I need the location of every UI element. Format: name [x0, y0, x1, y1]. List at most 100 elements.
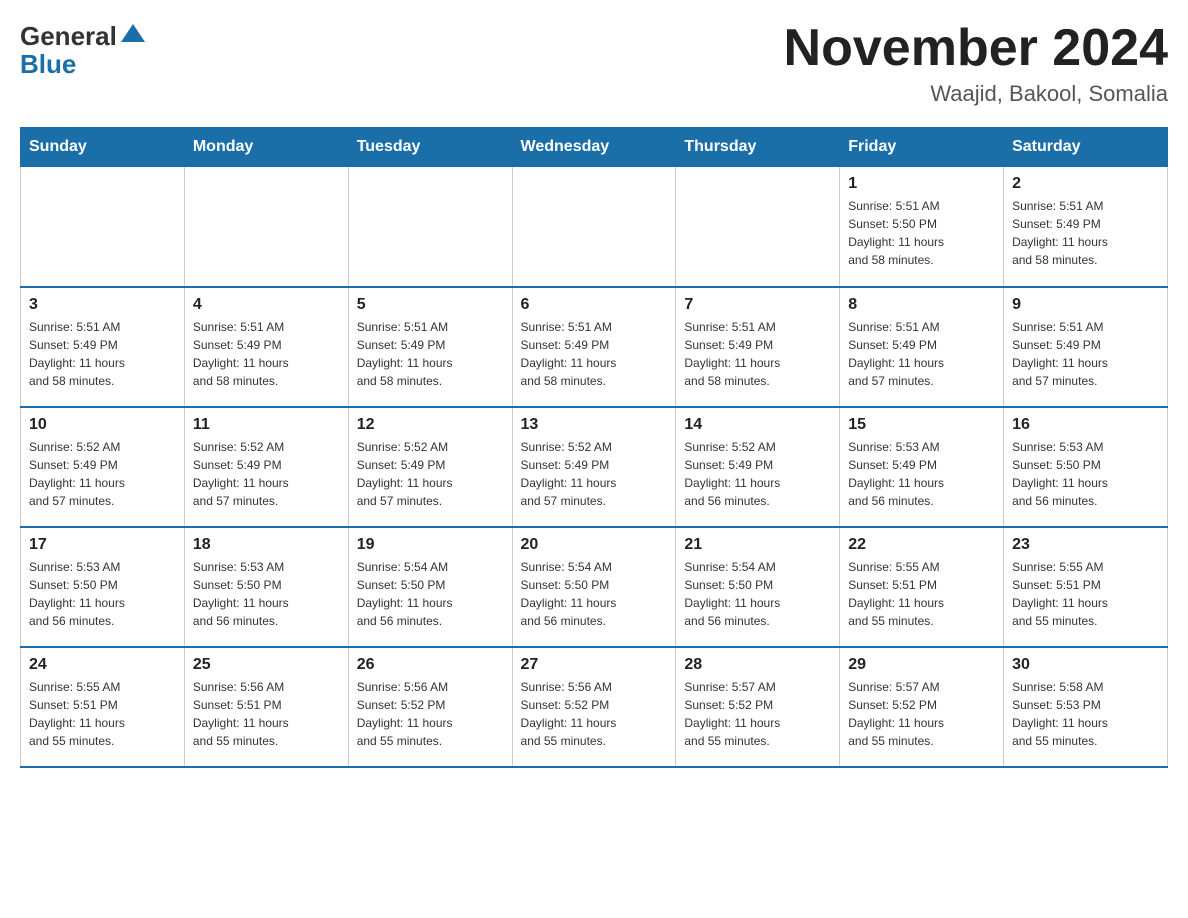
day-info: Sunrise: 5:51 AM Sunset: 5:49 PM Dayligh… — [1012, 197, 1159, 269]
calendar-cell: 20 Sunrise: 5:54 AM Sunset: 5:50 PM Dayli… — [512, 527, 676, 647]
day-info: Sunrise: 5:54 AM Sunset: 5:50 PM Dayligh… — [521, 558, 668, 630]
page-header: General Blue November 2024 Waajid, Bakoo… — [20, 20, 1168, 107]
calendar-cell: 3 Sunrise: 5:51 AM Sunset: 5:49 PM Daylig… — [21, 287, 185, 407]
day-number: 15 — [848, 416, 995, 434]
day-info: Sunrise: 5:51 AM Sunset: 5:49 PM Dayligh… — [684, 318, 831, 390]
header-thursday: Thursday — [676, 128, 840, 167]
day-number: 4 — [193, 296, 340, 314]
day-number: 12 — [357, 416, 504, 434]
week-row-1: 1 Sunrise: 5:51 AM Sunset: 5:50 PM Daylig… — [21, 167, 1168, 287]
day-number: 8 — [848, 296, 995, 314]
calendar-cell: 12 Sunrise: 5:52 AM Sunset: 5:49 PM Dayli… — [348, 407, 512, 527]
calendar-cell: 9Sunrise: 5:51 AM Sunset: 5:49 PM Daylig… — [1004, 287, 1168, 407]
calendar-cell: 6Sunrise: 5:51 AM Sunset: 5:49 PM Daylig… — [512, 287, 676, 407]
day-number: 30 — [1012, 656, 1159, 674]
day-info: Sunrise: 5:51 AM Sunset: 5:50 PM Dayligh… — [848, 197, 995, 269]
logo-general-text: General — [20, 21, 117, 52]
day-number: 29 — [848, 656, 995, 674]
week-row-5: 24Sunrise: 5:55 AM Sunset: 5:51 PM Dayli… — [21, 647, 1168, 767]
calendar-subtitle: Waajid, Bakool, Somalia — [784, 81, 1168, 107]
calendar-header-row: SundayMondayTuesdayWednesdayThursdayFrid… — [21, 128, 1168, 167]
calendar-cell: 5 Sunrise: 5:51 AM Sunset: 5:49 PM Daylig… — [348, 287, 512, 407]
day-number: 25 — [193, 656, 340, 674]
calendar-cell — [512, 167, 676, 287]
logo-arrow-icon — [119, 20, 147, 53]
day-number: 21 — [684, 536, 831, 554]
day-number: 26 — [357, 656, 504, 674]
calendar-cell — [21, 167, 185, 287]
day-info: Sunrise: 5:55 AM Sunset: 5:51 PM Dayligh… — [29, 678, 176, 750]
day-info: Sunrise: 5:53 AM Sunset: 5:50 PM Dayligh… — [1012, 438, 1159, 510]
day-info: Sunrise: 5:53 AM Sunset: 5:50 PM Dayligh… — [29, 558, 176, 630]
day-number: 11 — [193, 416, 340, 434]
day-number: 23 — [1012, 536, 1159, 554]
day-number: 28 — [684, 656, 831, 674]
day-info: Sunrise: 5:51 AM Sunset: 5:49 PM Dayligh… — [848, 318, 995, 390]
calendar-cell: 24Sunrise: 5:55 AM Sunset: 5:51 PM Dayli… — [21, 647, 185, 767]
day-info: Sunrise: 5:51 AM Sunset: 5:49 PM Dayligh… — [1012, 318, 1159, 390]
title-area: November 2024 Waajid, Bakool, Somalia — [784, 20, 1168, 107]
calendar-cell — [676, 167, 840, 287]
calendar-cell: 13 Sunrise: 5:52 AM Sunset: 5:49 PM Dayli… — [512, 407, 676, 527]
day-info: Sunrise: 5:56 AM Sunset: 5:52 PM Dayligh… — [521, 678, 668, 750]
calendar-cell: 8 Sunrise: 5:51 AM Sunset: 5:49 PM Daylig… — [840, 287, 1004, 407]
day-info: Sunrise: 5:57 AM Sunset: 5:52 PM Dayligh… — [684, 678, 831, 750]
day-info: Sunrise: 5:52 AM Sunset: 5:49 PM Dayligh… — [357, 438, 504, 510]
calendar-table: SundayMondayTuesdayWednesdayThursdayFrid… — [20, 127, 1168, 768]
header-tuesday: Tuesday — [348, 128, 512, 167]
day-number: 20 — [521, 536, 668, 554]
logo-blue-text: Blue — [20, 49, 76, 80]
day-info: Sunrise: 5:55 AM Sunset: 5:51 PM Dayligh… — [848, 558, 995, 630]
calendar-title: November 2024 — [784, 20, 1168, 77]
calendar-cell — [348, 167, 512, 287]
day-info: Sunrise: 5:51 AM Sunset: 5:49 PM Dayligh… — [193, 318, 340, 390]
header-saturday: Saturday — [1004, 128, 1168, 167]
day-info: Sunrise: 5:54 AM Sunset: 5:50 PM Dayligh… — [684, 558, 831, 630]
day-info: Sunrise: 5:51 AM Sunset: 5:49 PM Dayligh… — [357, 318, 504, 390]
calendar-cell: 22 Sunrise: 5:55 AM Sunset: 5:51 PM Dayli… — [840, 527, 1004, 647]
day-number: 16 — [1012, 416, 1159, 434]
calendar-cell: 7Sunrise: 5:51 AM Sunset: 5:49 PM Daylig… — [676, 287, 840, 407]
calendar-cell: 15 Sunrise: 5:53 AM Sunset: 5:49 PM Dayli… — [840, 407, 1004, 527]
day-number: 1 — [848, 175, 995, 193]
day-info: Sunrise: 5:58 AM Sunset: 5:53 PM Dayligh… — [1012, 678, 1159, 750]
calendar-cell: 1 Sunrise: 5:51 AM Sunset: 5:50 PM Daylig… — [840, 167, 1004, 287]
day-info: Sunrise: 5:53 AM Sunset: 5:49 PM Dayligh… — [848, 438, 995, 510]
day-info: Sunrise: 5:54 AM Sunset: 5:50 PM Dayligh… — [357, 558, 504, 630]
day-number: 13 — [521, 416, 668, 434]
day-info: Sunrise: 5:56 AM Sunset: 5:51 PM Dayligh… — [193, 678, 340, 750]
day-info: Sunrise: 5:55 AM Sunset: 5:51 PM Dayligh… — [1012, 558, 1159, 630]
day-info: Sunrise: 5:52 AM Sunset: 5:49 PM Dayligh… — [29, 438, 176, 510]
calendar-cell: 23 Sunrise: 5:55 AM Sunset: 5:51 PM Dayli… — [1004, 527, 1168, 647]
header-friday: Friday — [840, 128, 1004, 167]
day-info: Sunrise: 5:56 AM Sunset: 5:52 PM Dayligh… — [357, 678, 504, 750]
calendar-cell: 17 Sunrise: 5:53 AM Sunset: 5:50 PM Dayli… — [21, 527, 185, 647]
day-info: Sunrise: 5:57 AM Sunset: 5:52 PM Dayligh… — [848, 678, 995, 750]
calendar-cell: 4 Sunrise: 5:51 AM Sunset: 5:49 PM Daylig… — [184, 287, 348, 407]
day-number: 14 — [684, 416, 831, 434]
calendar-cell — [184, 167, 348, 287]
day-info: Sunrise: 5:52 AM Sunset: 5:49 PM Dayligh… — [521, 438, 668, 510]
day-number: 5 — [357, 296, 504, 314]
day-number: 22 — [848, 536, 995, 554]
day-number: 27 — [521, 656, 668, 674]
day-number: 2 — [1012, 175, 1159, 193]
calendar-cell: 28 Sunrise: 5:57 AM Sunset: 5:52 PM Dayli… — [676, 647, 840, 767]
day-number: 6 — [521, 296, 668, 314]
logo: General Blue — [20, 20, 147, 80]
day-number: 3 — [29, 296, 176, 314]
week-row-4: 17 Sunrise: 5:53 AM Sunset: 5:50 PM Dayli… — [21, 527, 1168, 647]
calendar-cell: 26 Sunrise: 5:56 AM Sunset: 5:52 PM Dayli… — [348, 647, 512, 767]
calendar-cell: 16 Sunrise: 5:53 AM Sunset: 5:50 PM Dayli… — [1004, 407, 1168, 527]
header-wednesday: Wednesday — [512, 128, 676, 167]
header-sunday: Sunday — [21, 128, 185, 167]
day-number: 17 — [29, 536, 176, 554]
calendar-cell: 30 Sunrise: 5:58 AM Sunset: 5:53 PM Dayli… — [1004, 647, 1168, 767]
calendar-cell: 2 Sunrise: 5:51 AM Sunset: 5:49 PM Daylig… — [1004, 167, 1168, 287]
calendar-cell: 25 Sunrise: 5:56 AM Sunset: 5:51 PM Dayli… — [184, 647, 348, 767]
day-info: Sunrise: 5:51 AM Sunset: 5:49 PM Dayligh… — [29, 318, 176, 390]
day-number: 18 — [193, 536, 340, 554]
header-monday: Monday — [184, 128, 348, 167]
calendar-cell: 11 Sunrise: 5:52 AM Sunset: 5:49 PM Dayli… — [184, 407, 348, 527]
day-info: Sunrise: 5:52 AM Sunset: 5:49 PM Dayligh… — [193, 438, 340, 510]
